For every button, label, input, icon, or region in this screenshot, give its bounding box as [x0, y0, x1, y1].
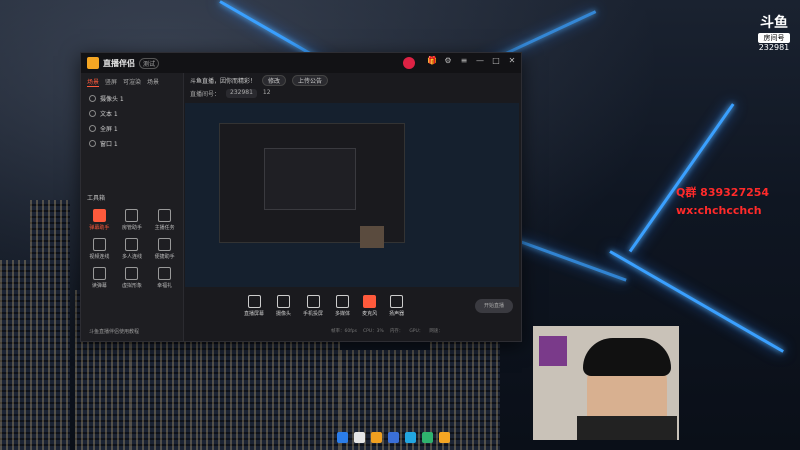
douyu-brand-badge: 斗鱼 房间号 232981: [754, 12, 794, 52]
gift-icon: [158, 267, 172, 280]
eye-icon[interactable]: [89, 125, 96, 132]
wechat-text: wx:chchcchch: [676, 204, 762, 217]
tab-scene[interactable]: 场景: [87, 77, 100, 87]
stream-preview[interactable]: [185, 103, 519, 287]
close-icon[interactable]: ✕: [507, 56, 517, 65]
nested-preview: [219, 123, 405, 248]
stats-bar: 帧率：60fps CPU：3% 内存： GPU： 网速：: [331, 329, 443, 334]
room-info: 直播间号： 232981 12: [184, 89, 271, 98]
avatar-icon: [125, 267, 139, 280]
monitor-icon: [247, 295, 261, 308]
tool-avatar[interactable]: 虚拟形象: [116, 267, 149, 289]
bottom-toolbar: 直播屏幕 摄像头 手机投屏 多媒体 麦克风 扬声器: [184, 291, 581, 321]
tool-video-link[interactable]: 视频连线: [83, 238, 116, 260]
app-icon[interactable]: [371, 432, 382, 443]
announce-button[interactable]: 上传公告: [292, 74, 329, 86]
webcam-overlay: [533, 326, 679, 440]
phone-icon: [306, 295, 320, 308]
room-number: 232981: [226, 89, 257, 98]
menu-icon[interactable]: ≡: [459, 56, 469, 65]
windows-start-icon[interactable]: [337, 432, 348, 443]
chat-icon[interactable]: [405, 432, 416, 443]
gift-icon[interactable]: 🎁: [427, 56, 437, 65]
tool-room-manager[interactable]: 房管助手: [116, 209, 149, 231]
tool-quick-helper[interactable]: 便捷助手: [148, 238, 181, 260]
category-button[interactable]: 修改: [262, 74, 287, 86]
eye-icon[interactable]: [89, 140, 96, 147]
streaming-app-icon[interactable]: [439, 432, 450, 443]
task-icon: [158, 209, 172, 222]
tool-multi-link[interactable]: 多人连线: [116, 238, 149, 260]
settings-icon[interactable]: ⚙: [443, 56, 453, 65]
speaker-icon: [92, 267, 106, 280]
nested-preview-inner: [264, 148, 356, 210]
user-icon: [125, 209, 139, 222]
group-icon: [125, 238, 139, 251]
tab-vertical[interactable]: 竖屏: [105, 77, 117, 87]
tool-host-task[interactable]: 主播任务: [148, 209, 181, 231]
camera-button[interactable]: 摄像头: [276, 295, 291, 317]
streamer-hair: [583, 338, 671, 376]
media-button[interactable]: 多媒体: [335, 295, 350, 317]
titlebar: 直播伴侣 测试 🎁 ⚙ ≡ — □ ✕: [81, 53, 521, 73]
user-avatar[interactable]: [403, 57, 415, 69]
taskbar: [337, 432, 450, 443]
qq-group-text: Q群 839327254: [676, 186, 770, 199]
play-icon: [336, 295, 350, 308]
app-title: 直播伴侣: [103, 58, 135, 68]
streaming-app-window[interactable]: 直播伴侣 测试 🎁 ⚙ ≡ — □ ✕ 场景 竖屏 可渲染 场景 摄像头 1 文…: [80, 52, 522, 342]
speaker-button[interactable]: 扬声器: [389, 295, 404, 317]
minimize-icon[interactable]: —: [475, 56, 485, 65]
danmu-icon: [92, 209, 106, 222]
toolbox-label: 工具箱: [87, 195, 106, 202]
tool-danmu-helper[interactable]: 弹幕助手: [83, 209, 116, 231]
streamer-shirt: [577, 416, 677, 440]
file-explorer-icon[interactable]: [354, 432, 365, 443]
room-topbar: 斗鱼直播，因你而精彩！ 修改 上传公告: [184, 73, 527, 87]
tab-render[interactable]: 可渲染: [123, 77, 141, 87]
room-no-value: 232981: [758, 43, 790, 52]
tutorial-link[interactable]: 斗鱼直播伴侣使用教程: [89, 328, 139, 335]
app-logo-icon: [87, 57, 99, 69]
microphone-icon: [363, 295, 377, 308]
tab-scene-2[interactable]: 场景: [147, 77, 159, 87]
notice-text: 斗鱼直播，因你而精彩！: [190, 77, 257, 85]
mic-button[interactable]: 麦克风: [362, 295, 377, 317]
camera-icon: [277, 295, 291, 308]
video-icon: [92, 238, 106, 251]
phone-cast-button[interactable]: 手机投屏: [303, 295, 323, 317]
nested-webcam: [360, 226, 384, 248]
start-stream-button[interactable]: 开始直播: [475, 299, 513, 313]
viewer-count: 12: [262, 89, 271, 96]
browser-icon[interactable]: [388, 432, 399, 443]
version-badge: 测试: [139, 57, 160, 69]
eye-icon[interactable]: [89, 95, 96, 102]
source-item[interactable]: 全屏 1: [81, 121, 183, 136]
speaker-icon: [390, 295, 404, 308]
source-panel: 场景 竖屏 可渲染 场景 摄像头 1 文本 1 全屏 1 窗口 1 工具箱 弹幕…: [81, 73, 184, 341]
tool-gift[interactable]: 幸福礼: [148, 267, 181, 289]
room-label: 直播间号：: [190, 91, 221, 98]
helper-icon: [158, 238, 172, 251]
room-no-label: 房间号: [758, 33, 790, 43]
source-item[interactable]: 摄像头 1: [81, 91, 183, 106]
maximize-icon[interactable]: □: [491, 56, 501, 65]
source-item[interactable]: 文本 1: [81, 106, 183, 121]
wechat-icon[interactable]: [422, 432, 433, 443]
brand-logo: 斗鱼: [760, 15, 788, 31]
source-item[interactable]: 窗口 1: [81, 136, 183, 151]
wall-art: [539, 336, 567, 366]
eye-icon[interactable]: [89, 110, 96, 117]
tool-read-danmu[interactable]: 读弹幕: [83, 267, 116, 289]
screen-capture-button[interactable]: 直播屏幕: [244, 295, 264, 317]
